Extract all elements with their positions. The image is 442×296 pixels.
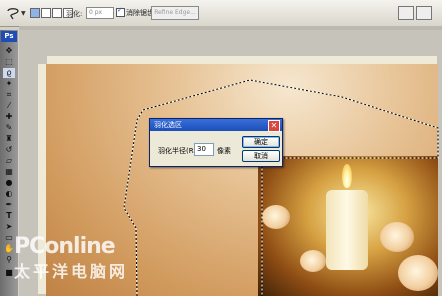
watermark-text: 太平洋电脑网 <box>14 262 129 281</box>
close-icon[interactable]: ✕ <box>268 120 280 132</box>
dialog-title: 羽化选区 <box>150 119 282 131</box>
feather-radius-input[interactable]: 30 <box>194 143 214 156</box>
watermark-logo: PConline <box>14 234 116 259</box>
pixels-unit-label: 像素 <box>217 147 231 155</box>
feather-radius-label: 羽化半径(R): <box>158 147 199 155</box>
feather-selection-dialog: 羽化选区 ✕ 羽化半径(R): 30 像素 确定 取消 <box>149 118 283 167</box>
ok-button[interactable]: 确定 <box>242 136 280 148</box>
cancel-button[interactable]: 取消 <box>242 150 280 162</box>
